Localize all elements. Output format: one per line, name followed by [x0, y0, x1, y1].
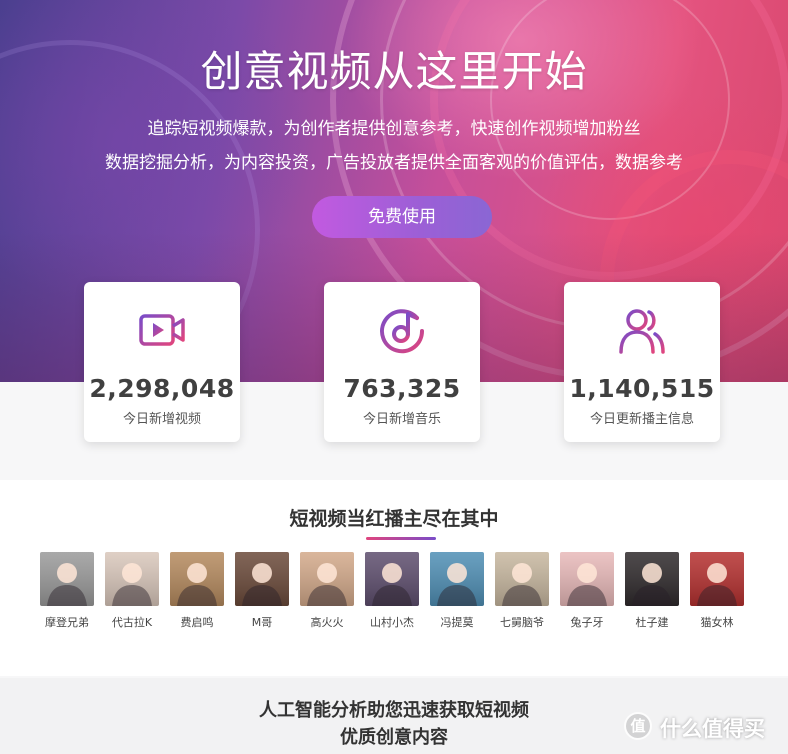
hero-description-line-2: 数据挖掘分析，为内容投资，广告投放者提供全面客观的价值评估，数据参考	[105, 153, 683, 173]
free-use-button[interactable]: 免费使用	[312, 196, 492, 238]
music-disc-icon	[380, 309, 425, 354]
creator-name: 费启鸣	[180, 616, 214, 629]
stat-card-creators: 1,140,515 今日更新播主信息	[564, 282, 720, 442]
creator-name: 七舅脑爷	[500, 616, 544, 629]
creator-name: M哥	[251, 616, 273, 629]
creator-item[interactable]: 冯提莫	[430, 552, 484, 630]
stat-card-music: 763,325 今日新增音乐	[324, 282, 480, 442]
stat-value: 1,140,515	[569, 374, 715, 403]
stat-label: 今日新增视频	[122, 412, 201, 427]
creator-name: 兔子牙	[570, 616, 604, 629]
avatar	[560, 552, 614, 606]
avatar	[365, 552, 419, 606]
avatar	[40, 552, 94, 606]
creator-item[interactable]: 七舅脑爷	[495, 552, 549, 630]
watermark-badge: 值	[624, 712, 652, 740]
avatar	[625, 552, 679, 606]
avatar	[300, 552, 354, 606]
watermark-text: 什么值得买	[660, 717, 765, 741]
avatar	[170, 552, 224, 606]
creator-item[interactable]: 摩登兄弟	[40, 552, 94, 630]
creator-name: 代古拉K	[111, 616, 153, 629]
creator-item[interactable]: 代古拉K	[105, 552, 159, 630]
avatar	[690, 552, 744, 606]
video-camera-icon	[139, 314, 185, 352]
creator-item[interactable]: 猫女林	[690, 552, 744, 630]
avatar	[235, 552, 289, 606]
watermark: 值 什么值得买	[624, 712, 784, 742]
creator-name: 冯提莫	[440, 616, 474, 629]
creator-name: 摩登兄弟	[45, 616, 89, 629]
stat-card-videos: 2,298,048 今日新增视频	[84, 282, 240, 442]
stat-label: 今日更新播主信息	[589, 412, 694, 427]
stat-value: 763,325	[343, 374, 461, 403]
hero-description-line-1: 追踪短视频爆款，为创作者提供创意参考，快速创作视频增加粉丝	[147, 119, 641, 139]
creator-name: 山村小杰	[370, 616, 414, 629]
users-icon	[619, 309, 665, 354]
creator-name: 杜子建	[635, 616, 669, 629]
creator-item[interactable]: 山村小杰	[365, 552, 419, 630]
stat-label: 今日新增音乐	[362, 412, 441, 427]
creator-name: 猫女林	[700, 616, 734, 629]
stat-value: 2,298,048	[89, 374, 235, 403]
creators-section: 短视频当红播主尽在其中 摩登兄弟 代古拉K 费启鸣 M哥 高火火 山村小杰 冯提莫 七舅脑爷 兔…	[0, 480, 788, 676]
creator-item[interactable]: 兔子牙	[560, 552, 614, 630]
avatar	[430, 552, 484, 606]
creator-item[interactable]: 费启鸣	[170, 552, 224, 630]
creator-item[interactable]: 杜子建	[625, 552, 679, 630]
creator-name: 高火火	[310, 616, 344, 629]
title-underline	[366, 537, 436, 540]
creator-item[interactable]: 高火火	[300, 552, 354, 630]
avatar	[495, 552, 549, 606]
creator-item[interactable]: M哥	[235, 552, 289, 630]
section-title: 短视频当红播主尽在其中	[289, 508, 499, 530]
hero-title: 创意视频从这里开始	[200, 47, 588, 96]
avatar	[105, 552, 159, 606]
